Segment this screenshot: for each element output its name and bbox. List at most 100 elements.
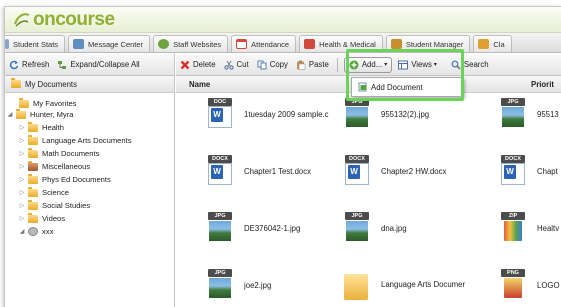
tab-attendance[interactable]: Attendance (231, 35, 297, 52)
file-item[interactable]: DOCX W Chapter1 Test.docx (205, 154, 311, 188)
collapsed-arrow-icon[interactable]: ▷ (19, 124, 25, 131)
paste-label: Paste (308, 60, 329, 69)
collapsed-arrow-icon[interactable]: ▷ (19, 202, 25, 209)
tab-health-medical[interactable]: Health & Medical (299, 35, 383, 52)
paste-button[interactable]: Paste (296, 60, 329, 70)
tree-node-label: xxx (42, 227, 54, 236)
jpg-file-icon: JPG (498, 97, 528, 131)
folder-icon (11, 78, 21, 88)
oncourse-window: oncourse Student Stats Message Center St… (4, 6, 561, 307)
chevron-down-icon: ▾ (433, 62, 437, 68)
search-button[interactable]: Search (451, 60, 489, 70)
tree-node-label: Social Studies (42, 201, 91, 210)
folder-icon (28, 134, 38, 145)
file-name: DE376042-1.jpg (244, 223, 301, 233)
file-item[interactable]: DOCX W Chapt (498, 154, 558, 188)
logo-text: oncourse (33, 9, 115, 30)
tab-message-center[interactable]: Message Center (68, 35, 151, 52)
folder-icon (28, 186, 38, 197)
docx-file-icon: DOCX W (205, 154, 235, 188)
docx-file-icon: DOCX W (342, 154, 372, 188)
tab-label: Student Stats (13, 39, 59, 49)
expanded-arrow-icon[interactable]: ◢ (7, 111, 13, 118)
file-type-tag: DOCX (345, 155, 369, 163)
file-item[interactable]: JPG joe2.jpg (205, 268, 271, 302)
oncourse-logo[interactable]: oncourse (13, 9, 115, 31)
tree-node-my-favorites[interactable]: My Favorites (19, 97, 76, 108)
file-name: Healtv (537, 223, 560, 233)
collapsed-arrow-icon[interactable]: ▷ (19, 150, 25, 157)
expand-collapse-button[interactable]: Expand/Collapse All (57, 60, 140, 70)
tree-node-language-arts[interactable]: ▷ Language Arts Documents (19, 134, 132, 145)
add-menu-button[interactable]: Add... ▾ (343, 56, 393, 73)
file-type-tag: JPG (345, 98, 369, 106)
delete-label: Delete (193, 60, 216, 69)
tab-student-manager[interactable]: Student Manager (385, 35, 471, 52)
tree-node-videos[interactable]: ▷ Videos (19, 212, 66, 223)
medical-icon (304, 39, 316, 49)
tree-node-social-studies[interactable]: ▷ Social Studies (19, 199, 91, 210)
add-dropdown-menu: Add Document (351, 77, 464, 97)
collapsed-arrow-icon[interactable]: ▷ (19, 137, 25, 144)
column-priority[interactable]: Priorit (531, 80, 554, 89)
collapsed-arrow-icon[interactable]: ▷ (19, 176, 25, 183)
collapsed-arrow-icon[interactable]: ▷ (19, 215, 25, 222)
collapsed-arrow-icon[interactable]: ▷ (19, 189, 25, 196)
jpg-file-icon: JPG (342, 211, 372, 245)
tree-node-label: Miscellaneous (42, 162, 91, 171)
tree-node-science[interactable]: ▷ Science (19, 186, 70, 197)
app-header: oncourse (5, 7, 561, 33)
file-item[interactable]: JPG dna.jpg (342, 211, 407, 245)
folder-icon (28, 173, 38, 184)
folder-item[interactable]: Language Arts Documer (342, 268, 465, 300)
file-name: 955132(2).jpg (381, 109, 430, 119)
tab-student-stats[interactable]: Student Stats (5, 35, 66, 52)
column-name[interactable]: Name (189, 80, 210, 89)
file-item[interactable]: ZIP Healtv (498, 211, 559, 245)
file-item[interactable]: JPG 955132(2).jpg (342, 97, 429, 131)
tree-node-phys-ed[interactable]: ▷ Phys Ed Documents (19, 173, 111, 184)
views-button[interactable]: Views ▾ (398, 60, 437, 70)
tree-node-health[interactable]: ▷ Health (19, 121, 64, 132)
calendar-icon (236, 39, 248, 49)
copy-icon (257, 60, 267, 70)
tab-label: Staff Websites (173, 39, 222, 49)
tab-staff-websites[interactable]: Staff Websites (153, 35, 229, 52)
refresh-button[interactable]: Refresh (9, 60, 49, 70)
collapsed-arrow-icon[interactable]: ▷ (19, 163, 25, 170)
tree-node-label: Science (42, 188, 70, 197)
tab-label: Cla (493, 39, 505, 49)
tree-node-hunter-myra[interactable]: ◢ Hunter, Myra (7, 108, 73, 119)
tree-toolbar: Refresh Expand/Collapse All (5, 54, 175, 76)
tree-header[interactable]: My Documents (5, 76, 175, 93)
cut-button[interactable]: Cut (223, 60, 249, 70)
file-name: LOGO (537, 280, 560, 290)
document-grid: DOC W 1tuesday 2009 sample.c JPG 955132(2… (176, 93, 561, 307)
file-item[interactable]: DOCX W Chapter2 HW.docx (342, 154, 446, 188)
tab-classes[interactable]: Cla (473, 35, 512, 52)
folder-icon (28, 121, 38, 132)
tree-node-label: Videos (42, 214, 66, 223)
shared-folder-icon (28, 227, 38, 236)
zip-file-icon: ZIP (498, 211, 528, 245)
folder-icon (28, 212, 38, 223)
delete-x-icon (180, 60, 190, 70)
file-item[interactable]: PNG LOGO (498, 268, 560, 302)
copy-button[interactable]: Copy (257, 60, 288, 70)
file-item[interactable]: DOC W 1tuesday 2009 sample.c (205, 97, 329, 131)
expanded-arrow-icon[interactable]: ◢ (19, 228, 25, 235)
tree-node-label: Health (42, 123, 64, 132)
file-item[interactable]: JPG DE376042-1.jpg (205, 211, 300, 245)
message-center-icon (73, 39, 85, 49)
globe-icon (158, 39, 170, 49)
jpg-file-icon: JPG (342, 97, 372, 131)
file-item[interactable]: JPG 95513 (498, 97, 559, 131)
views-label: Views (411, 60, 432, 69)
tree-node-math[interactable]: ▷ Math Documents (19, 147, 99, 158)
file-name: Language Arts Documer (381, 279, 466, 289)
tree-node-miscellaneous[interactable]: ▷ Miscellaneous (19, 160, 91, 171)
tree-node-xxx[interactable]: ◢ xxx (19, 227, 53, 236)
add-document-menu-item[interactable]: Add Document (358, 82, 423, 92)
file-name: 1tuesday 2009 sample.c (244, 109, 329, 119)
delete-button[interactable]: Delete (180, 60, 216, 70)
